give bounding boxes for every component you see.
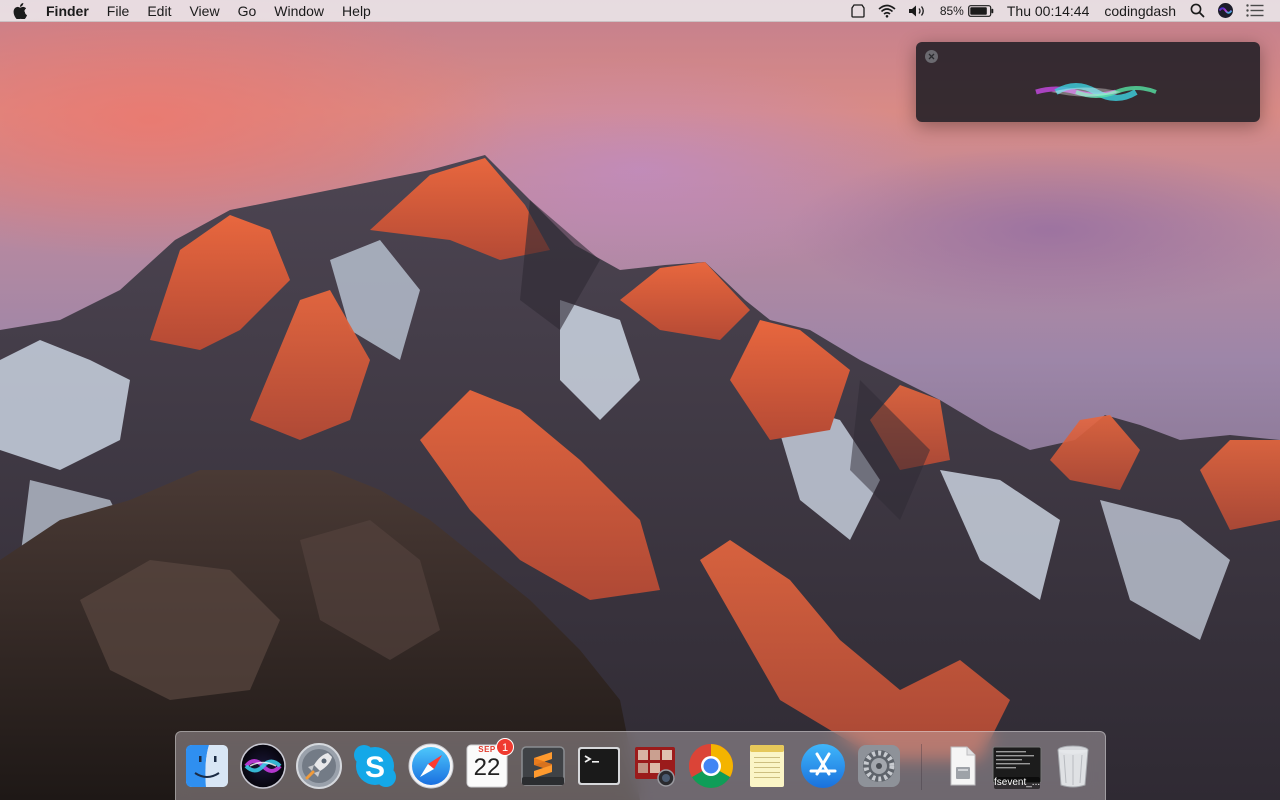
dock-downloads-stack[interactable]	[937, 741, 987, 791]
siri-panel[interactable]	[916, 42, 1260, 122]
wifi-icon[interactable]	[872, 4, 902, 18]
menu-clock[interactable]: Thu 00:14:44	[1000, 0, 1097, 22]
dock-fsevent-window[interactable]: fsevent_...	[992, 741, 1042, 791]
skype-icon: S	[354, 745, 396, 787]
volume-icon[interactable]	[902, 4, 934, 18]
dock-launchpad[interactable]	[294, 741, 344, 791]
dock-siri[interactable]	[238, 741, 288, 791]
menu-bar: Finder File Edit View Go Window Help 85%…	[0, 0, 1280, 22]
dock-app-store[interactable]	[798, 741, 848, 791]
dock-terminal[interactable]	[574, 741, 624, 791]
dock-safari[interactable]	[406, 741, 456, 791]
battery-status[interactable]: 85%	[934, 0, 1000, 22]
fsevent-window-label: fsevent_...	[994, 777, 1040, 789]
dock-skype[interactable]: S	[350, 741, 400, 791]
sublime-text-icon	[521, 746, 565, 786]
close-icon[interactable]	[925, 50, 938, 63]
menu-view[interactable]: View	[180, 0, 228, 22]
menu-help[interactable]: Help	[333, 0, 380, 22]
dock-notes[interactable]	[742, 741, 792, 791]
dock-separator	[921, 744, 922, 790]
finder-icon	[186, 745, 228, 787]
dock-sublime-text[interactable]	[518, 741, 568, 791]
rocket-icon	[296, 743, 342, 789]
menu-window[interactable]: Window	[265, 0, 333, 22]
app-store-icon	[801, 744, 845, 788]
notes-status-icon[interactable]	[844, 3, 872, 19]
dock: S SEP 22 1 fsevent_...	[175, 731, 1106, 800]
chrome-icon	[689, 744, 733, 788]
document-stack-icon	[950, 746, 976, 786]
dock-system-preferences[interactable]	[854, 741, 904, 791]
menu-file[interactable]: File	[98, 0, 139, 22]
photo-booth-icon	[635, 747, 675, 787]
calendar-badge: 1	[496, 738, 514, 756]
notes-icon	[750, 745, 784, 787]
trash-icon	[1057, 745, 1089, 788]
menu-go[interactable]: Go	[229, 0, 266, 22]
compass-icon	[408, 743, 454, 789]
dock-calendar[interactable]: SEP 22 1	[462, 738, 514, 791]
dock-trash[interactable]	[1048, 741, 1098, 791]
dock-google-chrome[interactable]	[686, 741, 736, 791]
dock-photo-booth[interactable]	[630, 741, 680, 791]
siri-icon	[240, 743, 286, 789]
gear-icon	[858, 745, 900, 787]
siri-waveform-icon	[950, 83, 1226, 101]
siri-menu-icon[interactable]	[1211, 2, 1240, 19]
battery-percent: 85%	[939, 3, 964, 18]
terminal-icon	[578, 747, 620, 785]
fast-user-switch[interactable]: codingdash	[1096, 0, 1184, 22]
battery-icon	[967, 4, 994, 17]
apple-menu-icon[interactable]	[0, 0, 40, 22]
menu-app-finder[interactable]: Finder	[40, 0, 98, 22]
menu-edit[interactable]: Edit	[138, 0, 180, 22]
dock-finder[interactable]	[182, 741, 232, 791]
calendar-day: 22	[473, 754, 501, 781]
svg-text:S: S	[365, 751, 385, 784]
notification-center-icon[interactable]	[1240, 4, 1270, 17]
spotlight-search-icon[interactable]	[1184, 3, 1211, 18]
